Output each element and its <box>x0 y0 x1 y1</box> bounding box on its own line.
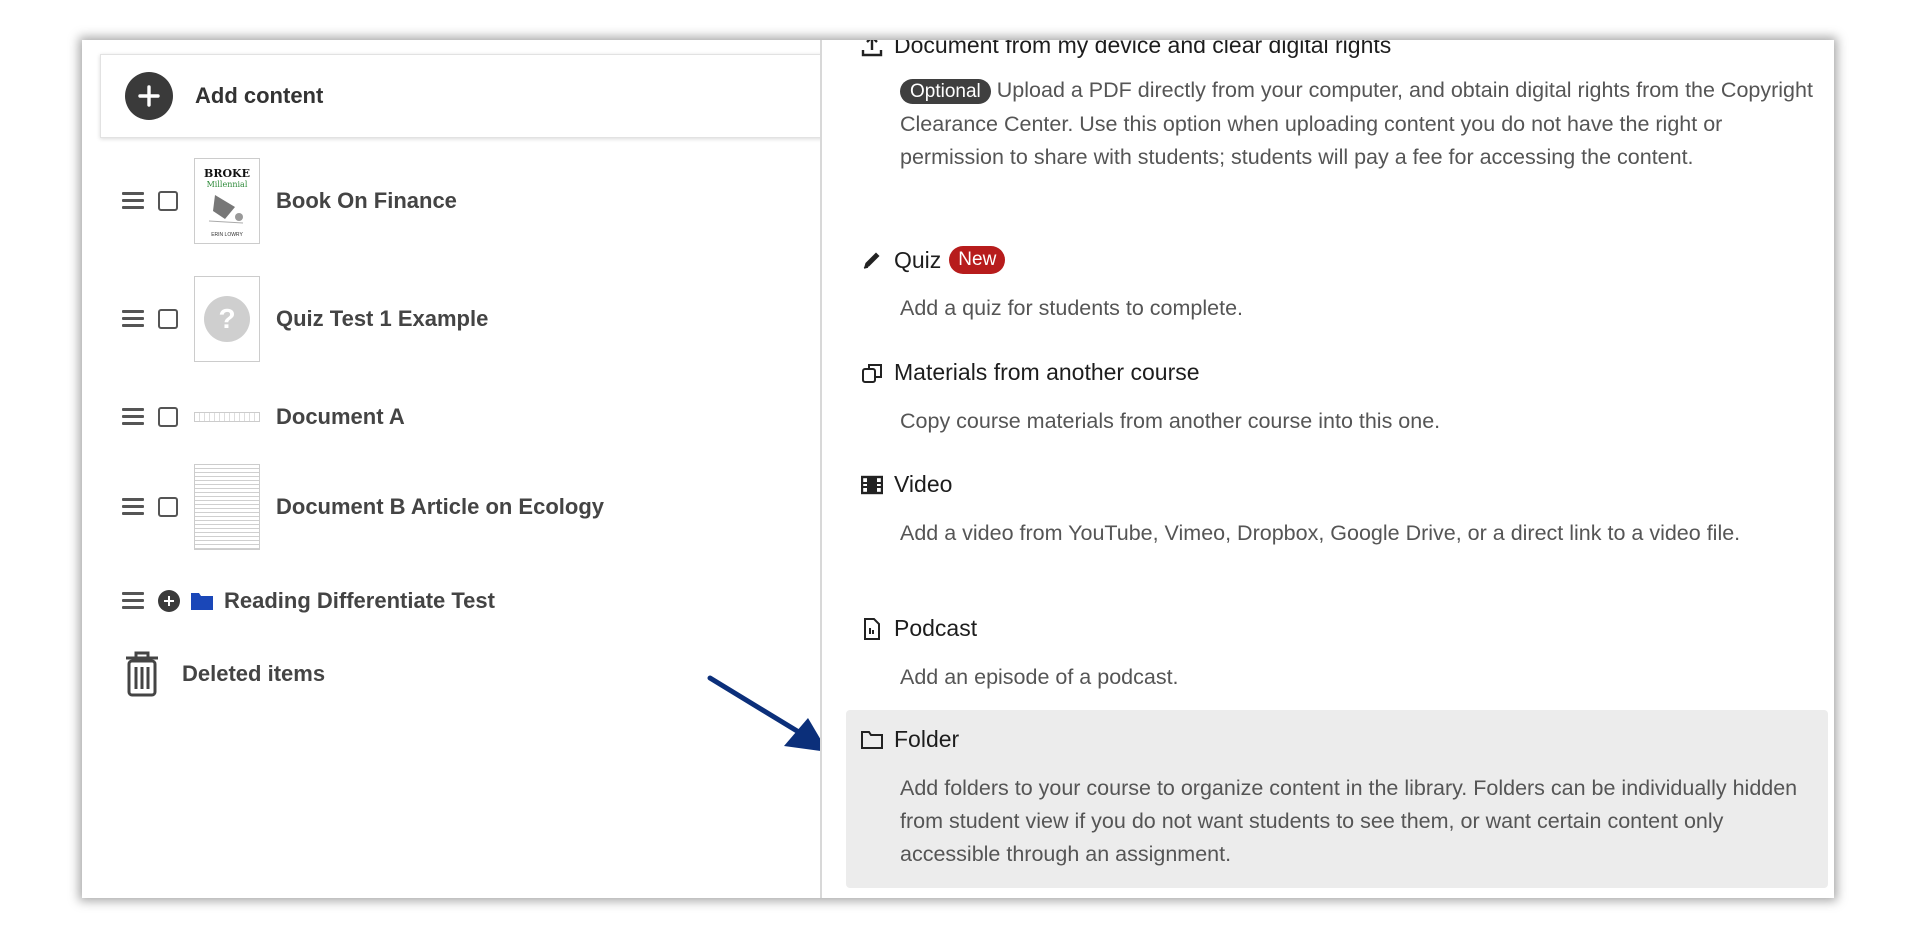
expand-folder-icon[interactable] <box>158 590 180 612</box>
drag-handle-icon[interactable] <box>122 407 144 427</box>
content-title[interactable]: Document B Article on Ecology <box>276 494 604 520</box>
quiz-thumbnail: ? <box>194 276 260 362</box>
deleted-items-row[interactable]: Deleted items <box>122 650 325 698</box>
content-title[interactable]: Document A <box>276 404 405 430</box>
deleted-items-label[interactable]: Deleted items <box>182 661 325 687</box>
book-cover-thumbnail: BROKE Millennial ERIN LOWRY <box>194 158 260 244</box>
add-content-label[interactable]: Add content <box>195 83 323 109</box>
content-title[interactable]: Book On Finance <box>276 188 457 214</box>
option-description: Add folders to your course to organize c… <box>900 776 1798 866</box>
document-thumbnail <box>194 412 260 422</box>
content-row: Document A <box>122 404 405 430</box>
row-checkbox[interactable] <box>158 309 178 329</box>
option-title[interactable]: Folder <box>894 726 959 753</box>
option-title[interactable]: Document from my device and clear digita… <box>894 40 1391 59</box>
content-row: Document B Article on Ecology <box>122 464 604 550</box>
screenshot-frame: Add content BROKE Millennial ERIN LOWRY … <box>82 40 1834 898</box>
pencil-icon <box>860 248 884 272</box>
row-checkbox[interactable] <box>158 497 178 517</box>
option-title[interactable]: Podcast <box>894 615 977 642</box>
option-description: Optional Upload a PDF directly from your… <box>900 78 1813 169</box>
drag-handle-icon[interactable] <box>122 497 144 517</box>
drag-handle-icon[interactable] <box>122 591 144 611</box>
trash-icon <box>126 651 158 697</box>
annotation-arrow <box>707 675 828 752</box>
drag-handle-icon[interactable] <box>122 191 144 211</box>
option-description: Add an episode of a podcast. <box>900 665 1179 689</box>
option-description: Add a video from YouTube, Vimeo, Dropbox… <box>900 521 1741 545</box>
option-title[interactable]: Video <box>894 471 952 498</box>
content-title[interactable]: Quiz Test 1 Example <box>276 306 488 332</box>
option-description: Copy course materials from another cours… <box>900 409 1441 433</box>
audio-file-icon <box>860 617 884 641</box>
drag-handle-icon[interactable] <box>122 309 144 329</box>
folder-icon <box>191 593 213 610</box>
question-mark-icon: ? <box>204 296 250 342</box>
row-checkbox[interactable] <box>158 191 178 211</box>
folder-row: Reading Differentiate Test <box>122 588 495 614</box>
option-title[interactable]: Quiz <box>894 247 941 274</box>
folder-title[interactable]: Reading Differentiate Test <box>224 588 495 614</box>
add-content-bar[interactable]: Add content <box>100 54 860 138</box>
film-icon <box>860 473 884 497</box>
content-row: ? Quiz Test 1 Example <box>122 276 488 362</box>
add-content-plus-icon[interactable] <box>125 72 173 120</box>
content-row: BROKE Millennial ERIN LOWRY Book On Fina… <box>122 158 457 244</box>
add-content-menu: Document from my device and clear digita… <box>820 40 1834 898</box>
upload-icon <box>860 40 884 58</box>
copy-icon <box>860 361 884 385</box>
optional-badge: Optional <box>900 79 991 104</box>
row-checkbox[interactable] <box>158 407 178 427</box>
option-title[interactable]: Materials from another course <box>894 359 1200 386</box>
folder-outline-icon <box>860 728 884 752</box>
article-thumbnail <box>194 464 260 550</box>
option-description: Add a quiz for students to complete. <box>900 296 1244 320</box>
new-badge: New <box>949 246 1006 274</box>
